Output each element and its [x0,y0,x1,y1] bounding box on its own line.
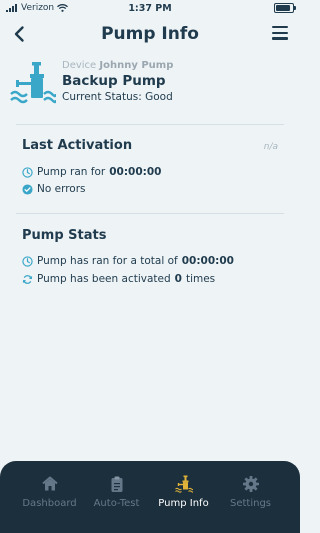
header: Pump Info [0,18,300,52]
tab-pump-info[interactable]: Pump Info [146,475,221,509]
total-runtime-prefix: Pump has ran for a total of [37,255,178,267]
last-run-prefix: Pump ran for [37,166,106,178]
pump-stats-title: Pump Stats [22,228,107,243]
last-run-row: Pump ran for 00:00:00 [22,166,161,178]
errors-row: No errors [22,183,86,195]
total-runtime-value: 00:00:00 [181,255,234,267]
status-right [274,3,296,13]
page-title: Pump Info [101,24,199,44]
device-label: Device [62,60,97,71]
status-text: Current Status: Good [62,91,173,103]
tab-label: Settings [229,498,271,509]
last-activation-title: Last Activation [22,138,133,153]
menu-bar [272,26,288,29]
divider [16,124,284,125]
activation-count-row: Pump has been activated 0 times [22,273,215,285]
device-card: Device Johnny Pump Backup Pump Current S… [10,60,290,110]
activation-count: 0 [174,273,182,285]
pump-icon [174,475,193,493]
last-run-value: 00:00:00 [109,166,162,178]
tab-settings[interactable]: Settings [213,475,288,509]
battery-fill [276,5,290,11]
check-circle-icon [22,183,33,195]
menu-bar [272,37,288,40]
home-icon [41,476,58,491]
tab-bar: Dashboard Auto-Test Pump Info Settings [0,461,300,533]
clipboard-icon [111,476,122,492]
battery-icon [274,3,296,13]
sump-pump-icon [10,62,56,104]
total-runtime-row: Pump has ran for a total of 00:00:00 [22,255,234,267]
tab-label: Pump Info [158,498,209,509]
clock-icon [22,255,33,267]
tab-label: Auto-Test [93,498,140,509]
refresh-icon [22,274,33,284]
device-name-line: Device Johnny Pump [62,60,173,71]
tab-label: Dashboard [22,498,77,509]
device-name: Johnny Pump [99,60,174,71]
errors-text: No errors [37,183,86,195]
pump-name: Backup Pump [62,73,166,89]
menu-bar [272,31,288,34]
tab-auto-test[interactable]: Auto-Test [79,475,154,509]
activation-suffix: times [185,273,216,285]
last-activation-badge: n/a [263,142,278,152]
status-bar: Verizon 1:37 PM [0,0,300,16]
divider [16,213,284,214]
status-time: 1:37 PM [128,3,172,14]
tab-dashboard[interactable]: Dashboard [12,475,87,509]
clock-icon [22,166,33,178]
gear-icon [242,476,259,492]
activation-prefix: Pump has been activated [37,273,171,285]
menu-button[interactable] [272,26,288,40]
